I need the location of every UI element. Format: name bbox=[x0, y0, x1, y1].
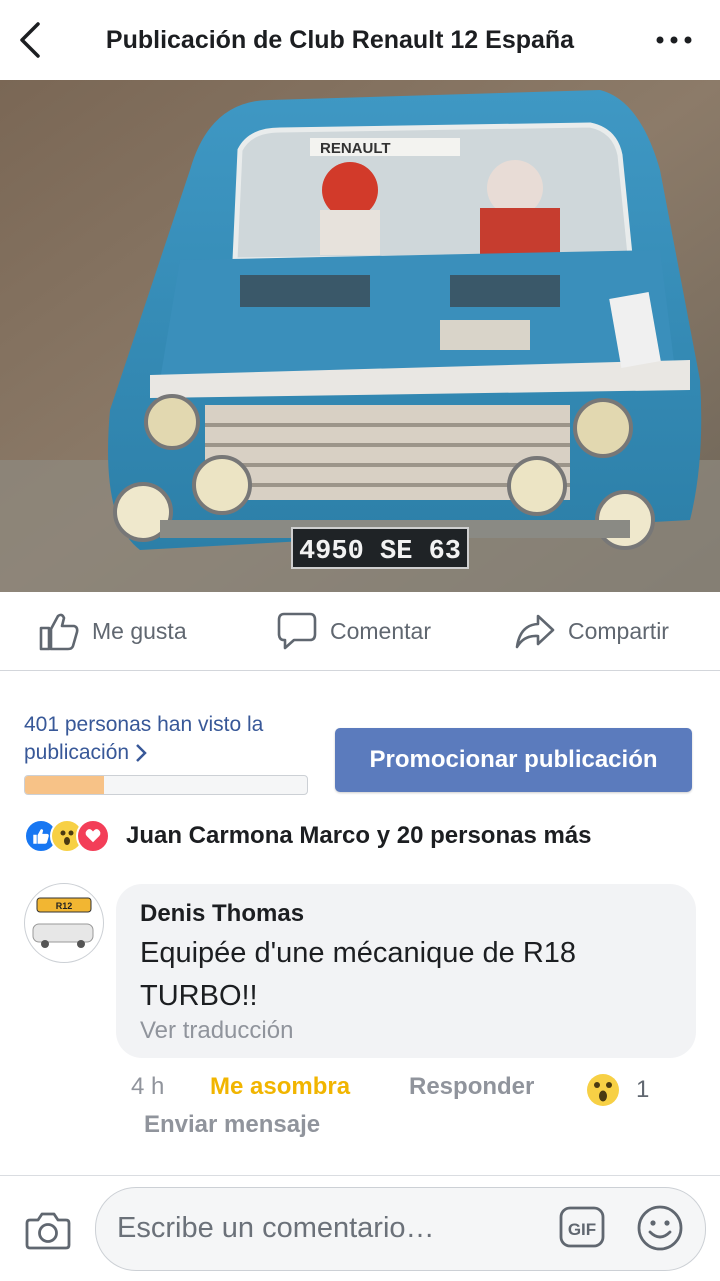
see-translation-link[interactable]: Ver traducción bbox=[140, 1017, 293, 1045]
top-bar: Publicación de Club Renault 12 España bbox=[0, 0, 720, 80]
views-progress-fill bbox=[25, 776, 104, 794]
comment-input[interactable]: Escribe un comentario… GIF bbox=[95, 1187, 706, 1271]
windshield-brand: RENAULT bbox=[320, 140, 391, 157]
views-text-2: publicación bbox=[24, 741, 130, 764]
share-label: Compartir bbox=[568, 617, 669, 644]
wow-reaction-icon bbox=[587, 1074, 619, 1106]
post-photo[interactable]: RENAULT 4950 SE 63 bbox=[0, 80, 720, 592]
reply-button[interactable]: Responder bbox=[409, 1073, 534, 1101]
views-progress-bar bbox=[24, 775, 308, 795]
views-text: 401 personas han visto la bbox=[24, 713, 264, 736]
reaction-count-number: 1 bbox=[636, 1076, 650, 1103]
emoji-icon[interactable] bbox=[636, 1204, 684, 1252]
commenter-avatar[interactable]: R12 bbox=[24, 883, 104, 963]
speech-bubble-icon bbox=[277, 612, 317, 650]
chevron-right-icon bbox=[136, 744, 147, 762]
reactions-text: Juan Carmona Marco y 20 personas más bbox=[126, 822, 592, 849]
post-insights: 401 personas han visto la publicación Pr… bbox=[0, 671, 720, 811]
comment-input-placeholder: Escribe un comentario… bbox=[117, 1212, 435, 1244]
gif-icon[interactable]: GIF bbox=[558, 1205, 606, 1249]
promote-post-button[interactable]: Promocionar publicación bbox=[335, 728, 692, 792]
comment-text: Equipée d'une mécanique de R18 TURBO!! bbox=[140, 937, 577, 1012]
like-button[interactable]: Me gusta bbox=[38, 592, 187, 670]
comment-reaction-button[interactable]: Me asombra bbox=[210, 1073, 350, 1101]
share-button[interactable]: Compartir bbox=[514, 592, 669, 670]
camera-icon[interactable] bbox=[24, 1206, 72, 1254]
share-arrow-icon bbox=[515, 614, 555, 649]
gif-label: GIF bbox=[568, 1220, 596, 1239]
avatar-badge-text: R12 bbox=[56, 901, 73, 911]
views-link[interactable]: 401 personas han visto la publicación bbox=[24, 711, 314, 767]
like-label: Me gusta bbox=[92, 617, 187, 644]
back-arrow-icon[interactable] bbox=[14, 20, 54, 60]
comment-reaction-count[interactable]: 1 bbox=[586, 1073, 649, 1107]
comment-author[interactable]: Denis Thomas bbox=[140, 900, 304, 928]
thumbs-up-icon bbox=[39, 613, 79, 651]
comment-bubble: Denis Thomas Equipée d'une mécanique de … bbox=[116, 884, 696, 1058]
more-options-icon[interactable] bbox=[654, 28, 694, 52]
comment-button[interactable]: Comentar bbox=[276, 592, 431, 670]
send-message-button[interactable]: Enviar mensaje bbox=[144, 1111, 320, 1139]
post-actions-bar: Me gusta Comentar Compartir bbox=[0, 592, 720, 671]
reactions-summary[interactable]: Juan Carmona Marco y 20 personas más bbox=[24, 816, 592, 856]
comment-label: Comentar bbox=[330, 617, 431, 644]
love-reaction-icon bbox=[76, 819, 110, 853]
page-title: Publicación de Club Renault 12 España bbox=[105, 26, 575, 54]
license-plate: 4950 SE 63 bbox=[299, 537, 461, 567]
comment-composer: Escribe un comentario… GIF bbox=[0, 1175, 720, 1281]
comment-time: 4 h bbox=[131, 1073, 165, 1100]
